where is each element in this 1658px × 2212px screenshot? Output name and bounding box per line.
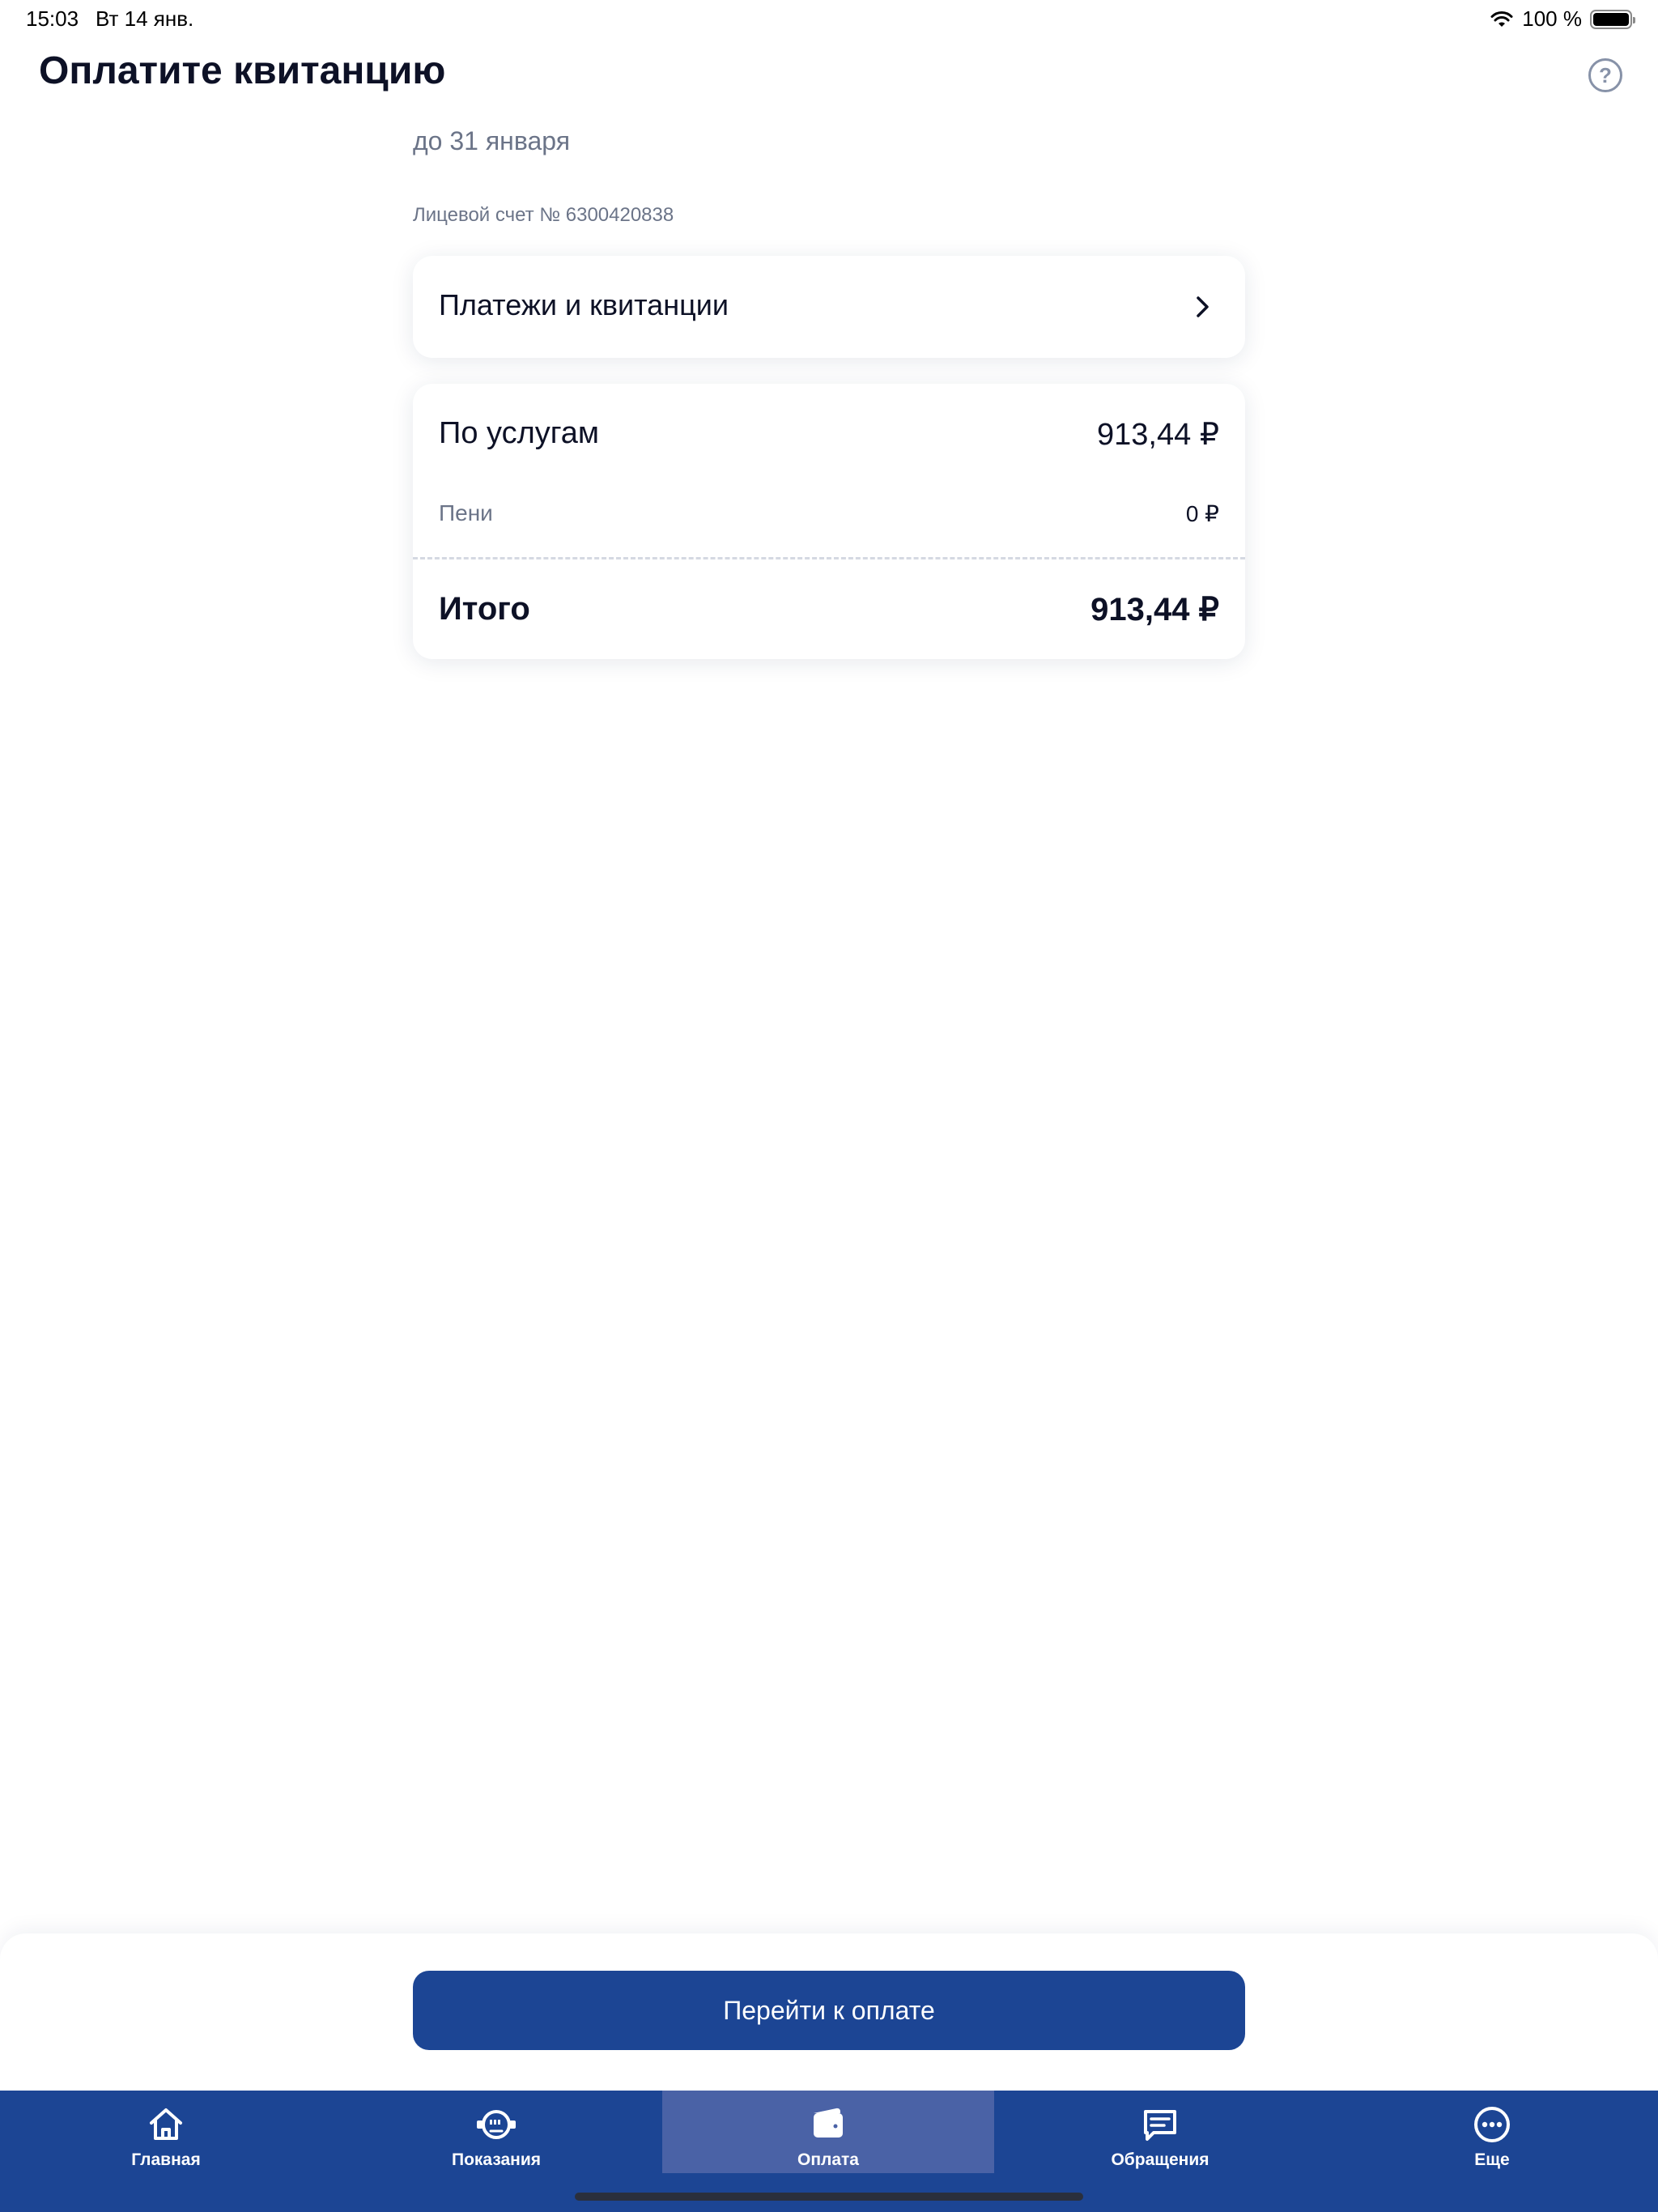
- status-bar: 15:03 Вт 14 янв. 100 %: [0, 0, 1658, 39]
- go-to-payment-button[interactable]: Перейти к оплате: [413, 1971, 1245, 2050]
- home-icon: [150, 2108, 182, 2140]
- battery-percent: 100 %: [1522, 6, 1582, 31]
- account-number: Лицевой счет № 6300420838: [413, 204, 674, 226]
- tab-bar: Главная Показания Оплата Обращения Еще: [0, 2091, 1658, 2212]
- payments-receipts-link[interactable]: Платежи и квитанции: [413, 256, 1245, 358]
- tab-more[interactable]: Еще: [1326, 2091, 1658, 2173]
- tab-label: Еще: [1474, 2150, 1510, 2169]
- chevron-right-icon: [1197, 296, 1209, 317]
- question-circle-icon: ?: [1599, 62, 1612, 87]
- tab-readings[interactable]: Показания: [330, 2091, 662, 2173]
- penalty-label: Пени: [439, 500, 493, 525]
- penalty-value: 0 ₽: [1185, 501, 1219, 526]
- tab-home[interactable]: Главная: [0, 2091, 332, 2173]
- tab-label: Главная: [131, 2150, 201, 2169]
- wallet-icon: [814, 2108, 843, 2138]
- total-label: Итого: [439, 591, 530, 627]
- meter-icon: [477, 2110, 516, 2139]
- services-label: По услугам: [439, 416, 600, 450]
- bottom-panel: Перейти к оплате: [0, 1933, 1658, 2091]
- total-value: 913,44 ₽: [1090, 592, 1219, 627]
- status-date: Вт 14 янв.: [96, 6, 194, 31]
- wifi-icon: [1490, 11, 1513, 27]
- payments-receipts-label: Платежи и квитанции: [439, 288, 729, 321]
- battery-icon: [1590, 9, 1635, 29]
- message-icon: [1144, 2110, 1176, 2141]
- tab-requests[interactable]: Обращения: [994, 2091, 1326, 2173]
- help-button[interactable]: ?: [1588, 58, 1622, 92]
- summary-card: По услугам 913,44 ₽ Пени 0 ₽ Итого 913,4…: [413, 384, 1245, 659]
- status-right: 100 %: [1490, 6, 1635, 32]
- due-date: до 31 января: [413, 126, 571, 155]
- tab-payment[interactable]: Оплата: [662, 2091, 994, 2173]
- more-icon: [1474, 2107, 1510, 2142]
- tab-label: Оплата: [797, 2150, 859, 2169]
- tab-label: Обращения: [1111, 2150, 1209, 2169]
- home-indicator: [575, 2193, 1083, 2201]
- status-time: 15:03: [26, 6, 79, 31]
- services-value: 913,44 ₽: [1097, 418, 1219, 452]
- tab-label: Показания: [451, 2150, 542, 2169]
- summary-divider: [413, 557, 1245, 559]
- page-title: Оплатите квитанцию: [39, 49, 446, 92]
